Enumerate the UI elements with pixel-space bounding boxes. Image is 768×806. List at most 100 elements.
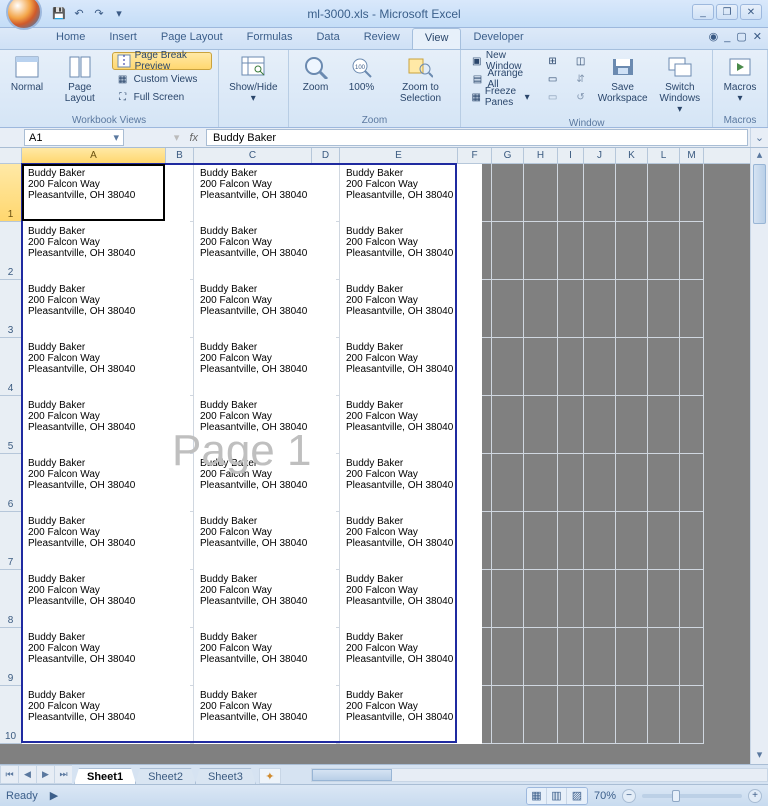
tab-view[interactable]: View <box>412 28 462 49</box>
cell-A2[interactable]: Buddy Baker 200 Falcon Way Pleasantville… <box>22 222 190 280</box>
cell-C8[interactable]: Buddy Baker 200 Falcon Way Pleasantville… <box>194 570 336 628</box>
cell-A1[interactable]: Buddy Baker 200 Falcon Way Pleasantville… <box>22 164 190 222</box>
cell-C9[interactable]: Buddy Baker 200 Falcon Way Pleasantville… <box>194 628 336 686</box>
page-layout-shortcut-button[interactable]: ▥ <box>547 788 567 804</box>
tab-formulas[interactable]: Formulas <box>235 28 305 49</box>
cell-E2[interactable]: Buddy Baker 200 Falcon Way Pleasantville… <box>340 222 482 280</box>
col-header-I[interactable]: I <box>558 148 584 163</box>
doc-minimize-button[interactable]: _ <box>724 31 730 43</box>
hscroll-thumb[interactable] <box>312 769 392 781</box>
macro-record-button[interactable]: ▶ <box>50 789 58 802</box>
tab-developer[interactable]: Developer <box>461 28 535 49</box>
scroll-up-button[interactable]: ▴ <box>751 148 768 164</box>
cell-C5[interactable]: Buddy Baker 200 Falcon Way Pleasantville… <box>194 396 336 454</box>
tab-data[interactable]: Data <box>304 28 351 49</box>
new-sheet-button[interactable]: ✦ <box>259 768 281 784</box>
cell-E5[interactable]: Buddy Baker 200 Falcon Way Pleasantville… <box>340 396 482 454</box>
cell-C3[interactable]: Buddy Baker 200 Falcon Way Pleasantville… <box>194 280 336 338</box>
cell-E7[interactable]: Buddy Baker 200 Falcon Way Pleasantville… <box>340 512 482 570</box>
dropdown-icon[interactable]: ▾ <box>174 131 180 144</box>
col-header-H[interactable]: H <box>524 148 558 163</box>
office-button[interactable] <box>6 0 42 30</box>
cell-C6[interactable]: Buddy Baker 200 Falcon Way Pleasantville… <box>194 454 336 512</box>
cells-container[interactable]: Buddy Baker 200 Falcon Way Pleasantville… <box>22 164 704 744</box>
col-header-L[interactable]: L <box>648 148 680 163</box>
row-header-7[interactable]: 7 <box>0 512 21 570</box>
zoom-button[interactable]: Zoom <box>295 52 337 114</box>
full-screen-button[interactable]: ⛶ Full Screen <box>112 88 213 106</box>
zoom-100-button[interactable]: 100 100% <box>341 52 383 114</box>
col-header-E[interactable]: E <box>340 148 458 163</box>
cell-E8[interactable]: Buddy Baker 200 Falcon Way Pleasantville… <box>340 570 482 628</box>
cell-A8[interactable]: Buddy Baker 200 Falcon Way Pleasantville… <box>22 570 190 628</box>
row-header-2[interactable]: 2 <box>0 222 21 280</box>
cell-A7[interactable]: Buddy Baker 200 Falcon Way Pleasantville… <box>22 512 190 570</box>
reset-pos-button[interactable]: ↺ <box>570 88 592 106</box>
doc-close-button[interactable]: ✕ <box>753 30 762 43</box>
cell-C2[interactable]: Buddy Baker 200 Falcon Way Pleasantville… <box>194 222 336 280</box>
row-header-10[interactable]: 10 <box>0 686 21 744</box>
unhide-button[interactable]: ▭ <box>542 88 564 106</box>
help-button[interactable]: ◉ <box>709 30 719 43</box>
row-header-3[interactable]: 3 <box>0 280 21 338</box>
name-box-dropdown-icon[interactable]: ▾ <box>113 131 119 144</box>
zoom-slider-knob[interactable] <box>672 790 680 802</box>
sync-scroll-button[interactable]: ⇵ <box>570 70 592 88</box>
col-header-K[interactable]: K <box>616 148 648 163</box>
col-header-M[interactable]: M <box>680 148 704 163</box>
col-header-A[interactable]: A <box>22 148 166 163</box>
zoom-out-button[interactable]: − <box>622 789 636 803</box>
sheet-next-button[interactable]: ▶ <box>36 765 54 784</box>
tab-review[interactable]: Review <box>352 28 412 49</box>
row-header-8[interactable]: 8 <box>0 570 21 628</box>
cell-C10[interactable]: Buddy Baker 200 Falcon Way Pleasantville… <box>194 686 336 744</box>
cell-E6[interactable]: Buddy Baker 200 Falcon Way Pleasantville… <box>340 454 482 512</box>
minimize-button[interactable]: _ <box>692 4 714 20</box>
switch-windows-button[interactable]: Switch Windows ▾ <box>654 52 706 117</box>
col-header-D[interactable]: D <box>312 148 340 163</box>
cell-A6[interactable]: Buddy Baker 200 Falcon Way Pleasantville… <box>22 454 190 512</box>
formula-bar[interactable]: Buddy Baker <box>206 129 748 146</box>
col-header-C[interactable]: C <box>194 148 312 163</box>
cell-E1[interactable]: Buddy Baker 200 Falcon Way Pleasantville… <box>340 164 482 222</box>
row-header-4[interactable]: 4 <box>0 338 21 396</box>
doc-restore-button[interactable]: ▢ <box>736 30 746 43</box>
cell-C4[interactable]: Buddy Baker 200 Falcon Way Pleasantville… <box>194 338 336 396</box>
cell-E3[interactable]: Buddy Baker 200 Falcon Way Pleasantville… <box>340 280 482 338</box>
row-header-6[interactable]: 6 <box>0 454 21 512</box>
row-header-9[interactable]: 9 <box>0 628 21 686</box>
sheet-tab-2[interactable]: Sheet2 <box>135 768 196 784</box>
cell-C1[interactable]: Buddy Baker 200 Falcon Way Pleasantville… <box>194 164 336 222</box>
sheet-tab-3[interactable]: Sheet3 <box>195 768 256 784</box>
select-all-corner[interactable] <box>0 148 22 164</box>
formula-bar-expand-button[interactable]: ⌄ <box>750 128 768 147</box>
scroll-down-button[interactable]: ▾ <box>751 748 768 764</box>
sheet-first-button[interactable]: ⏮ <box>0 765 18 784</box>
vertical-scrollbar[interactable]: ▴ ▾ <box>750 148 768 764</box>
sheet-tab-1[interactable]: Sheet1 <box>74 768 136 784</box>
tab-page-layout[interactable]: Page Layout <box>149 28 235 49</box>
zoom-slider[interactable] <box>642 794 742 798</box>
page-layout-button[interactable]: Page Layout <box>52 52 108 114</box>
save-workspace-button[interactable]: Save Workspace <box>596 52 650 117</box>
col-header-J[interactable]: J <box>584 148 616 163</box>
normal-view-button[interactable]: Normal <box>6 52 48 114</box>
sheet-prev-button[interactable]: ◀ <box>18 765 36 784</box>
view-side-button[interactable]: ◫ <box>570 52 592 70</box>
cell-A9[interactable]: Buddy Baker 200 Falcon Way Pleasantville… <box>22 628 190 686</box>
horizontal-scrollbar[interactable] <box>311 765 768 784</box>
col-header-F[interactable]: F <box>458 148 492 163</box>
macros-button[interactable]: Macros ▾ <box>719 52 761 114</box>
hscroll-track[interactable] <box>311 768 768 782</box>
hide-button[interactable]: ▭ <box>542 70 564 88</box>
cell-C7[interactable]: Buddy Baker 200 Falcon Way Pleasantville… <box>194 512 336 570</box>
restore-button[interactable]: ❐ <box>716 4 738 20</box>
cell-A5[interactable]: Buddy Baker 200 Falcon Way Pleasantville… <box>22 396 190 454</box>
zoom-in-button[interactable]: + <box>748 789 762 803</box>
tab-insert[interactable]: Insert <box>97 28 149 49</box>
normal-shortcut-button[interactable]: ▦ <box>527 788 547 804</box>
close-button[interactable]: ✕ <box>740 4 762 20</box>
cell-A3[interactable]: Buddy Baker 200 Falcon Way Pleasantville… <box>22 280 190 338</box>
name-box[interactable]: A1 ▾ <box>24 129 124 146</box>
zoom-selection-button[interactable]: Zoom to Selection <box>387 52 455 114</box>
